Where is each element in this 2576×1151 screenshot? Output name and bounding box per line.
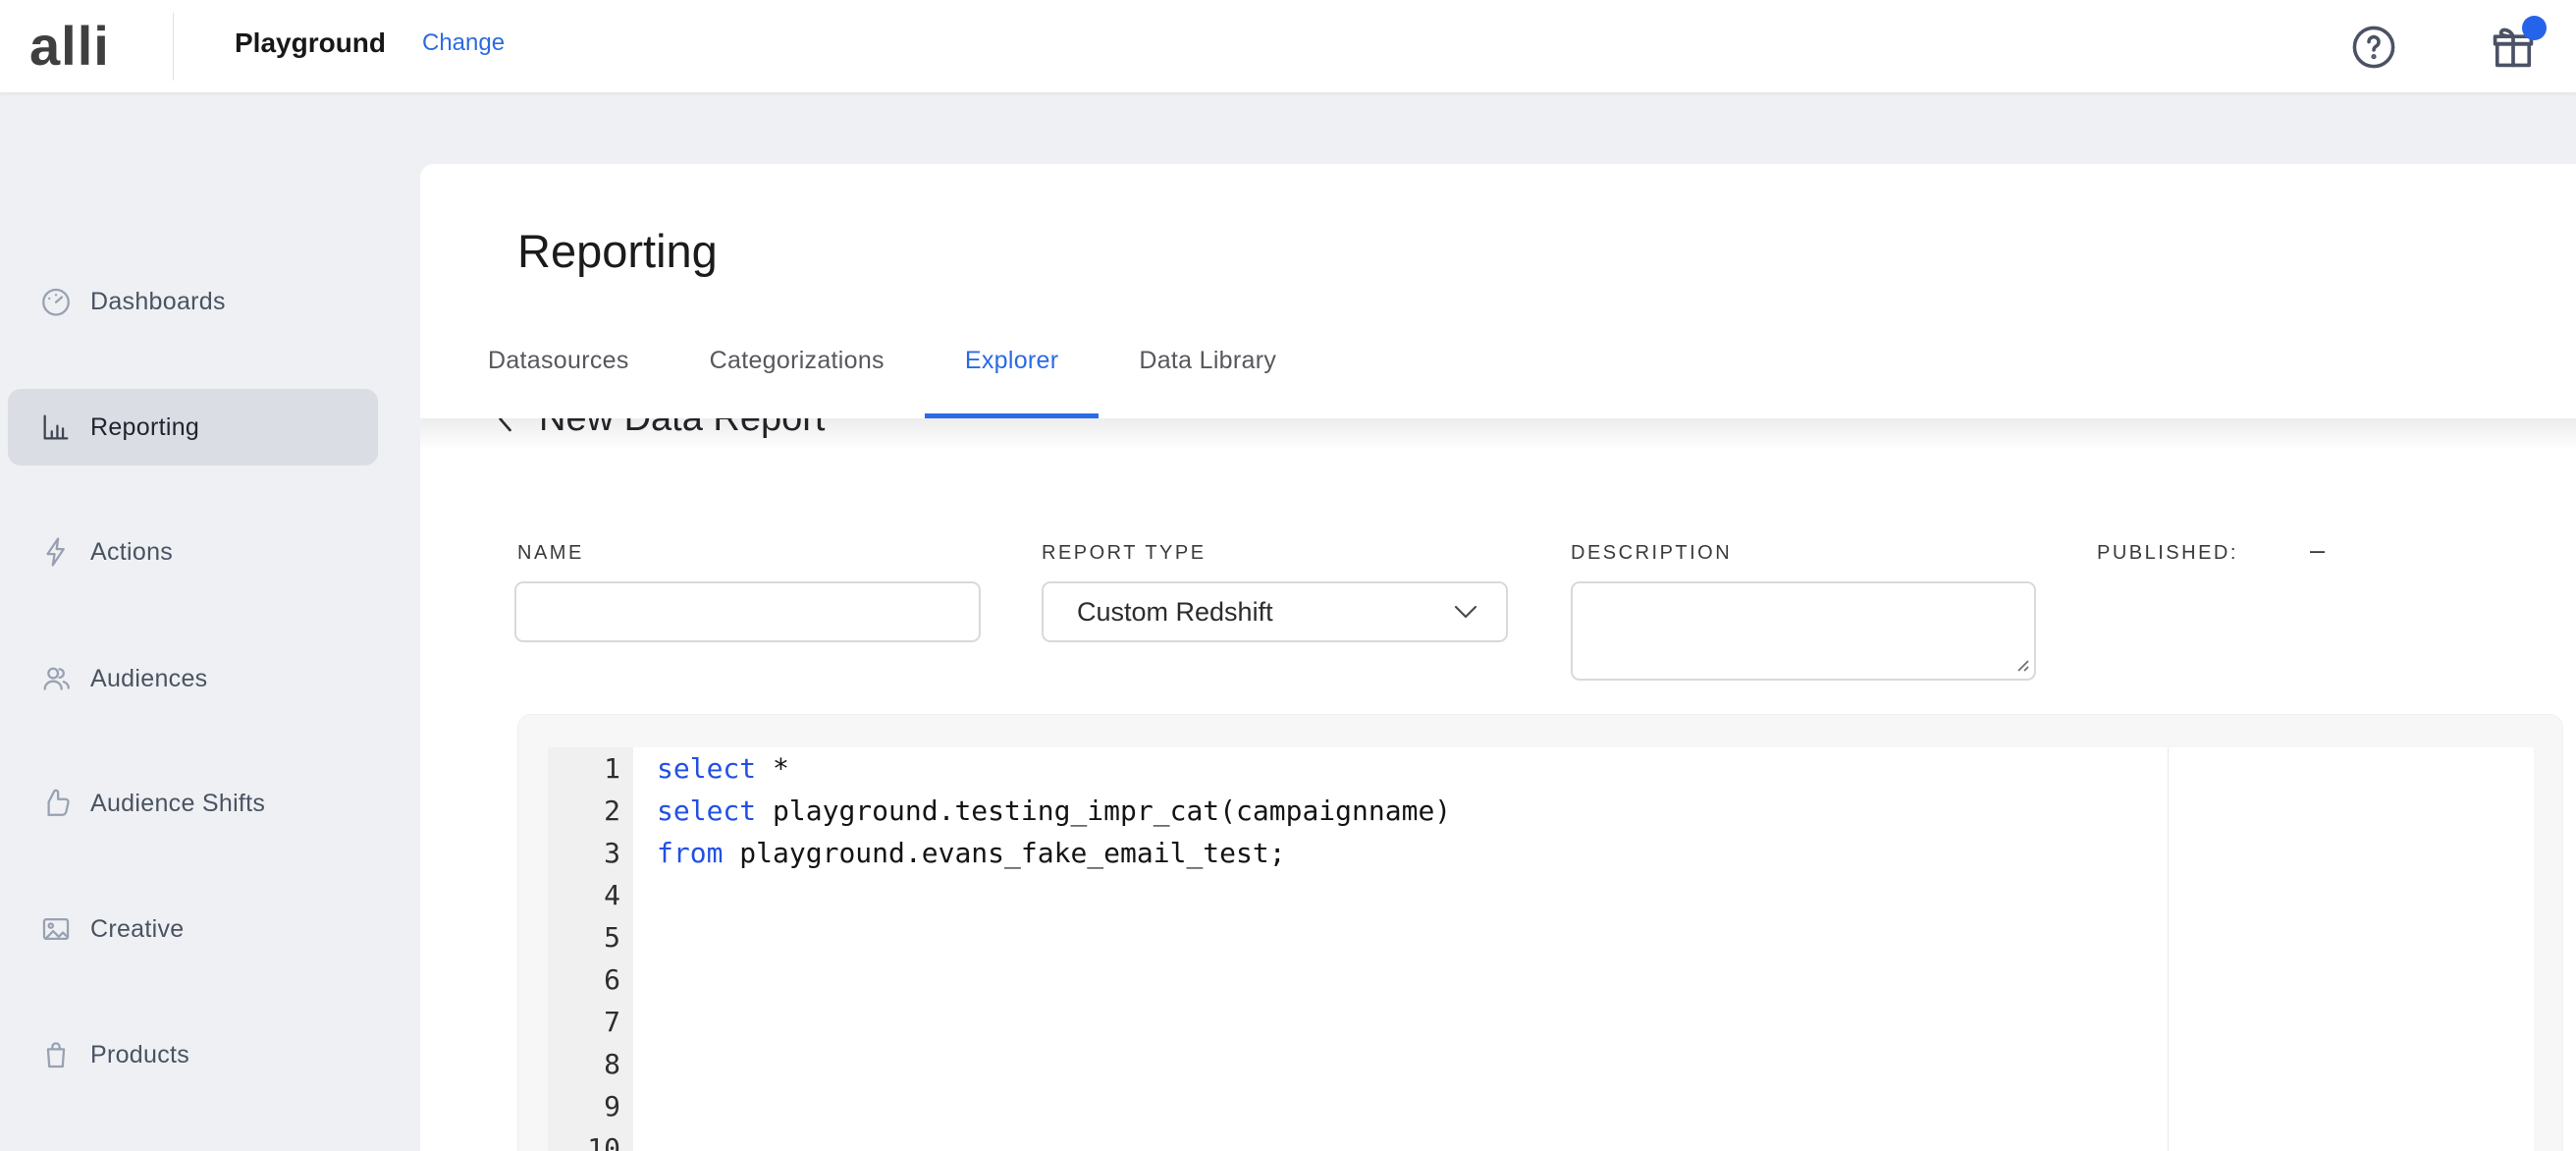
topbar: alli Playground Change [0,0,2576,93]
gift-icon[interactable] [2488,22,2539,73]
sidebar-item-reporting[interactable]: Reporting [0,389,420,466]
line-number: 3 [548,832,633,874]
description-label: DESCRIPTION [1571,542,1732,565]
line-number: 6 [548,959,633,1001]
sidebar-item-creative[interactable]: Creative [0,891,420,967]
image-icon [39,912,73,946]
change-workspace-link[interactable]: Change [422,29,505,57]
tab-data-library[interactable]: Data Library [1099,329,1316,418]
help-circle-icon[interactable] [2348,22,2399,73]
sidebar-item-label: Audiences [90,640,207,717]
report-type-select[interactable]: Custom Redshift [1042,581,1508,642]
chevron-down-icon [1453,604,1478,620]
bag-icon [39,1038,73,1071]
line-number: 8 [548,1043,633,1085]
editor-divider [2168,747,2169,1151]
tab-categorizations[interactable]: Categorizations [670,329,925,418]
name-label: NAME [517,542,584,565]
name-input[interactable] [514,581,981,642]
app-window: alli Playground Change [0,0,2576,1151]
tab-datasources[interactable]: Datasources [448,329,670,418]
sticky-header: Reporting Datasources Categorizations Ex… [420,164,2576,418]
bar-chart-icon [39,411,73,444]
people-icon [39,662,73,695]
sidebar-item-label: Products [90,1016,189,1093]
sidebar-item-label: Actions [90,514,173,590]
sidebar-item-actions[interactable]: Actions [0,514,420,590]
sidebar-item-label: Creative [90,891,185,967]
sidebar-item-products[interactable]: Products [0,1016,420,1093]
sidebar-item-audiences[interactable]: Audiences [0,640,420,717]
published-value: – [2310,535,2325,566]
code-line: select playground.testing_impr_cat(campa… [657,790,2534,832]
line-number: 10 [548,1127,633,1151]
sidebar-item-label: Dashboards [90,263,226,340]
sql-editor[interactable]: 1 2 3 4 5 6 7 8 9 10 select * select pla… [548,747,2534,1151]
page-title: Reporting [517,224,718,278]
code-line: select * [657,747,2534,790]
logo-divider [173,13,174,81]
sidebar-item-label: Marketplace [90,1141,227,1151]
sidebar-item-label: Reporting [90,389,199,466]
editor-gutter: 1 2 3 4 5 6 7 8 9 10 [548,747,633,1151]
sidebar: Dashboards Reporting Actions Audiences [0,93,420,1151]
sidebar-item-audience-shifts[interactable]: Audience Shifts [0,765,420,842]
description-field-wrap [1571,581,2036,681]
sidebar-item-marketplace[interactable]: Marketplace [0,1141,420,1151]
alli-logo: alli [29,14,110,79]
report-type-value: Custom Redshift [1077,597,1453,628]
topbar-icons [2348,0,2539,93]
published-label: PUBLISHED: [2097,542,2238,565]
report-type-label: REPORT TYPE [1042,542,1207,565]
lightning-icon [39,535,73,569]
main-content-card: New Data Report NAME REPORT TYPE Custom … [420,164,2576,1151]
line-number: 2 [548,790,633,832]
thumbs-up-icon [39,787,73,820]
tab-explorer[interactable]: Explorer [925,329,1100,418]
sidebar-item-dashboards[interactable]: Dashboards [0,263,420,340]
notification-dot [2522,16,2547,40]
line-number: 4 [548,874,633,916]
workspace-name: Playground [235,27,386,59]
sidebar-item-label: Audience Shifts [90,765,265,842]
line-number: 7 [548,1001,633,1043]
editor-code-area[interactable]: select * select playground.testing_impr_… [633,747,2534,1151]
sql-editor-panel: 1 2 3 4 5 6 7 8 9 10 select * select pla… [517,714,2563,1151]
line-number: 5 [548,916,633,959]
description-textarea[interactable] [1571,581,2036,681]
line-number: 1 [548,747,633,790]
line-number: 9 [548,1085,633,1127]
gauge-icon [39,285,73,318]
code-line: from playground.evans_fake_email_test; [657,832,2534,874]
active-tab-underline [925,413,1100,418]
reporting-tabs: Datasources Categorizations Explorer Dat… [448,329,1316,418]
